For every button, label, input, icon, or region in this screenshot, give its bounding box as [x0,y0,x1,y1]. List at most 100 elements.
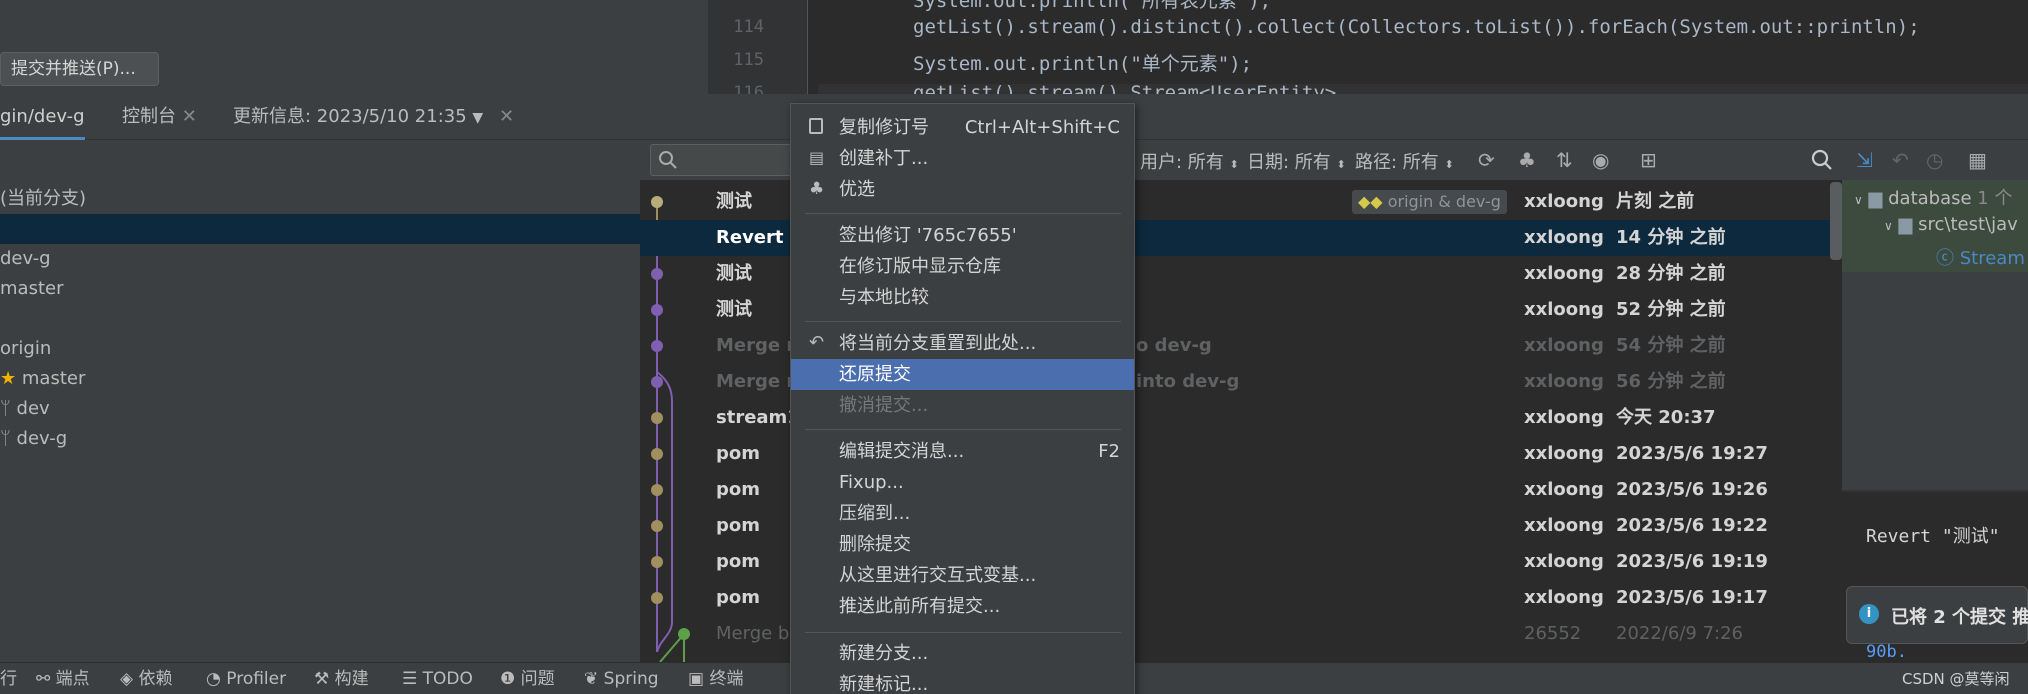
undo-icon[interactable]: ↶ [1892,148,1909,172]
menu-label: 新建标记... [839,674,929,694]
branch-group-origin[interactable]: origin [0,334,51,364]
menu-label: 与本地比较 [839,287,929,308]
menu-squash-into[interactable]: 压缩到... [791,498,1134,529]
date-filter[interactable]: 日期: 所有 ⬍ [1247,148,1346,174]
changes-panel: ⇲ ↶ ◷ ▦ ∨ ▆ database 1 个 ∨ ▆ src\test\ja… [1842,140,2028,662]
branch-label: dev-g [0,248,51,269]
tool-run[interactable]: 行 [0,663,17,694]
menu-create-patch[interactable]: ▤ 创建补丁... [791,143,1134,174]
commit-date: 片刻 之前 [1616,191,1695,212]
commit-date: 2023/5/6 19:17 [1616,587,1768,608]
code-editor[interactable]: 114 115 116 System.out.println("所有表元素");… [708,0,2028,94]
chevron-down-icon[interactable]: ▼ [472,110,483,126]
menu-reset-branch[interactable]: ↶ 将当前分支重置到此处... [791,328,1134,359]
commit-message: 测试 [716,191,752,212]
commit-date: 54 分钟 之前 [1616,335,1726,356]
menu-new-branch[interactable]: 新建分支... [791,638,1134,669]
eye-icon[interactable]: ◉ [1592,148,1609,172]
commit-detail-message: Revert "测试" [1866,526,2000,547]
changed-files-tree: ∨ ▆ database 1 个 ∨ ▆ src\test\jav ⓒ Stre… [1842,180,2028,272]
menu-new-tag[interactable]: 新建标记... [791,669,1134,694]
branch-label: (当前分支) [0,188,87,209]
menu-copy-revision[interactable]: 复制修订号 Ctrl+Alt+Shift+C [791,112,1134,143]
code-line: System.out.println("所有表元素"); [913,0,1272,12]
collapse-icon[interactable]: ⇲ [1856,148,1873,172]
new-tab-icon[interactable]: ⊞ [1640,148,1657,172]
tree-node-file[interactable]: ⓒ Stream [1936,244,2025,270]
branch-local-master[interactable]: master [0,274,63,304]
commit-author: xxloong [1524,335,1604,356]
tool-endpoints[interactable]: ⚯ 端点 [36,663,90,694]
menu-undo-commit[interactable]: 撤消提交... [791,390,1134,421]
tool-profiler[interactable]: ◔ Profiler [206,663,286,694]
commit-and-push-button[interactable]: 提交并推送(P)... [0,52,159,86]
menu-show-repo-at-revision[interactable]: 在修订版中显示仓库 [791,251,1134,282]
search-icon[interactable] [1810,148,1834,172]
group-by-icon[interactable]: ▦ [1968,148,1987,172]
menu-cherry-pick[interactable]: ♣ 优选 [791,174,1134,205]
tree-label: src\test\jav [1918,214,2018,235]
refresh-icon[interactable]: ⟳ [1478,148,1495,172]
cherry-pick-icon[interactable]: ♣ [1518,148,1536,172]
branch-tree: (当前分支) dev-g master origin ★ master ᛘ de… [0,140,640,662]
tree-node-src[interactable]: ∨ ▆ src\test\jav [1884,214,2018,235]
chevron-down-icon: ∨ [1854,193,1863,207]
history-icon[interactable]: ◷ [1926,148,1943,172]
path-filter[interactable]: 路径: 所有 ⬍ [1355,148,1454,174]
tool-todo[interactable]: ☰ TODO [402,663,473,694]
tool-problems[interactable]: ❶ 问题 [500,663,555,694]
commit-message: stream1 [716,407,800,428]
menu-revert-commit[interactable]: 还原提交 [791,359,1134,390]
commit-panel-top: 提交并推送(P)... [0,0,708,94]
branch-icon: ᛘ [0,428,11,449]
commit-date: 2023/5/6 19:22 [1616,515,1768,536]
tab-console[interactable]: 控制台 ✕ [122,94,197,140]
commit-message: pom [716,587,761,608]
close-icon[interactable]: ✕ [182,106,197,127]
menu-interactive-rebase[interactable]: 从这里进行交互式变基... [791,560,1134,591]
folder-icon: ▆ [1898,214,1913,235]
class-icon: ⓒ [1936,248,1954,269]
menu-fixup[interactable]: Fixup... [791,467,1134,498]
commit-date: 2023/5/6 19:27 [1616,443,1768,464]
menu-edit-commit-message[interactable]: 编辑提交消息... F2 [791,436,1134,467]
commit-author: 26552 [1524,623,1582,644]
branch-selected-row[interactable] [0,214,640,244]
branch-origin-master[interactable]: ★ master [0,364,85,394]
search-input[interactable] [650,144,800,176]
tool-terminal[interactable]: ▣ 终端 [688,663,743,694]
tab-branch-log[interactable]: gin/dev-g [0,94,85,140]
commit-author: xxloong [1524,407,1604,428]
commit-author: xxloong [1524,227,1604,248]
branch-local-dev-g[interactable]: dev-g [0,244,51,274]
branch-origin-dev[interactable]: ᛘ dev [0,394,50,424]
close-icon[interactable]: ✕ [499,106,514,127]
tree-count: 1 个 [1977,188,2013,209]
date-filter-label: 日期: 所有 [1247,152,1331,173]
notification-balloon[interactable]: i 已将 2 个提交 推 [1846,586,2028,644]
branch-head[interactable]: (当前分支) [0,184,640,214]
menu-checkout-revision[interactable]: 签出修订 '765c7655' [791,220,1134,251]
menu-push-up-to[interactable]: 推送此前所有提交... [791,591,1134,622]
menu-separator [805,213,1121,214]
commit-message: pom [716,515,761,536]
branch-origin-dev-g[interactable]: ᛘ dev-g [0,424,67,454]
tool-build[interactable]: ⚒ 构建 [314,663,369,694]
tab-update-info[interactable]: 更新信息: 2023/5/10 21:35 ▼ ✕ [233,94,514,140]
tree-node-database[interactable]: ∨ ▆ database 1 个 [1854,184,2012,210]
user-filter[interactable]: 用户: 所有 ⬍ [1140,148,1239,174]
branch-tag: ◆◆ origin & dev-g [1352,190,1507,214]
tool-dependencies[interactable]: ◈ 依赖 [120,663,172,694]
sort-icon[interactable]: ⇅ [1556,148,1573,172]
commit-message-tail: into dev-g [1136,371,1240,392]
menu-drop-commit[interactable]: 删除提交 [791,529,1134,560]
tool-label: 终端 [709,669,744,689]
tool-spring[interactable]: ❦ Spring [584,663,659,694]
code-line: getList().stream().distinct().collect(Co… [913,16,1920,38]
menu-compare-local[interactable]: 与本地比较 [791,282,1134,313]
list-icon: ☰ [402,669,418,689]
scrollbar[interactable] [1830,182,1842,260]
line-number: 116 [733,83,764,94]
sort-icon: ⬍ [1229,158,1239,171]
menu-label: 删除提交 [839,534,911,555]
